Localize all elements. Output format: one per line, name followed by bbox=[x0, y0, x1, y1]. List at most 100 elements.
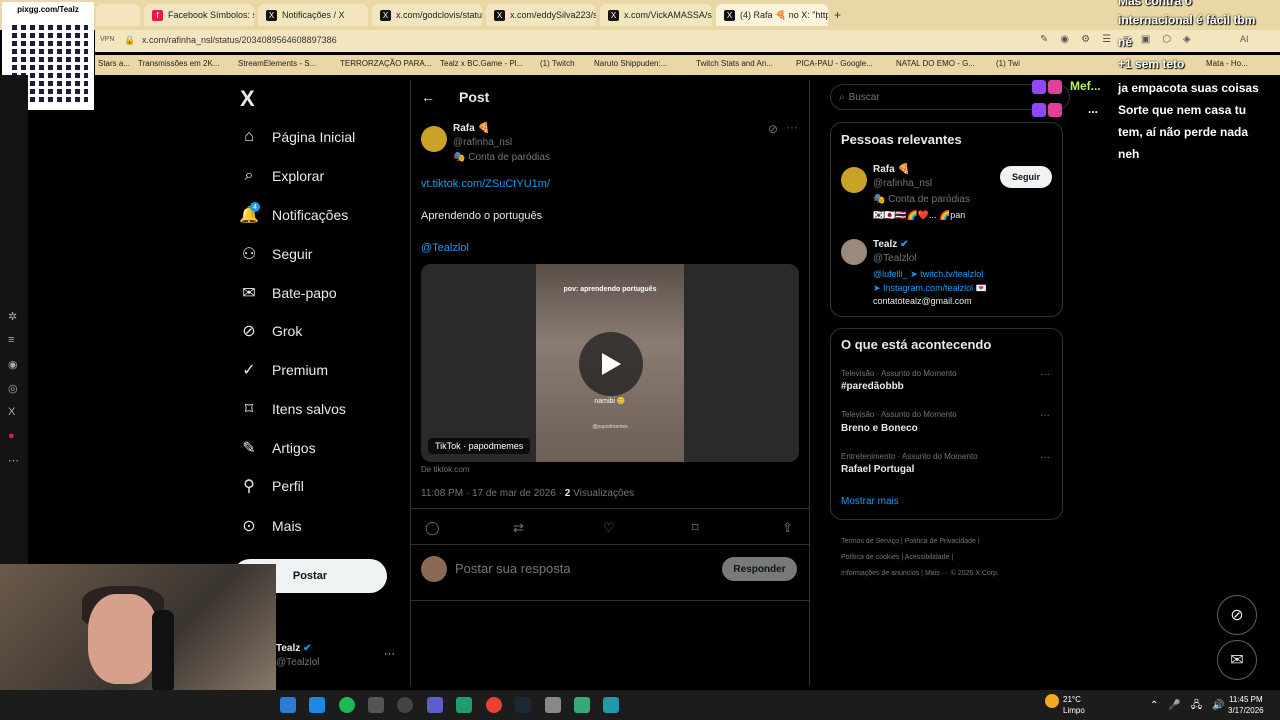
more-options-icon[interactable]: ··· bbox=[1040, 369, 1050, 380]
bookmark-item[interactable]: PICA-PAU - Google... bbox=[796, 59, 873, 68]
app-icon[interactable] bbox=[397, 697, 413, 713]
whatsapp-icon[interactable]: ◎ bbox=[8, 382, 18, 395]
like-icon[interactable]: ♡ bbox=[603, 520, 615, 536]
grok-icon[interactable]: ⊘ bbox=[1217, 595, 1257, 635]
nav-premium[interactable]: ✓ Premium bbox=[240, 355, 328, 385]
trend-topic[interactable]: Breno e Boneco bbox=[841, 423, 918, 434]
app-icon[interactable]: ✲ bbox=[8, 310, 17, 323]
bookmark-item[interactable]: StreamElements - S... bbox=[238, 59, 316, 68]
browser-tab[interactable]: f Facebook Símbolos: sím bbox=[144, 4, 254, 26]
share-icon[interactable]: ⇪ bbox=[782, 520, 793, 536]
clock[interactable]: 11:45 PM 3/17/2026 bbox=[1228, 694, 1264, 716]
chrome-icon[interactable] bbox=[486, 697, 502, 713]
bookmark-item[interactable]: Transmissões em 2K... bbox=[138, 59, 220, 68]
more-icon[interactable]: ⋯ bbox=[8, 454, 19, 467]
nav-explore[interactable]: ⌕ Explorar bbox=[240, 161, 325, 191]
author-name[interactable]: Rafa 🍕 bbox=[453, 123, 490, 134]
account-handle[interactable]: @Tealzlol bbox=[276, 657, 320, 668]
post-mention[interactable]: @Tealzlol bbox=[421, 242, 469, 254]
more-options-icon[interactable]: ··· bbox=[1040, 452, 1050, 463]
footer-link[interactable]: Política de cookies bbox=[841, 554, 899, 561]
person-avatar[interactable] bbox=[841, 167, 867, 193]
back-arrow-icon[interactable]: ← bbox=[421, 89, 435, 105]
bookmark-item[interactable]: TERRORZAÇÃO PARA... bbox=[340, 59, 431, 68]
play-icon[interactable] bbox=[579, 332, 643, 396]
messenger-icon[interactable]: ◉ bbox=[8, 358, 18, 371]
nav-more[interactable]: ⊙ Mais bbox=[240, 511, 301, 541]
url-text[interactable]: x.com/rafinha_nsl/status/203408956460889… bbox=[142, 35, 337, 45]
calculator-icon[interactable] bbox=[574, 697, 590, 713]
bookmark-icon[interactable]: ⌑ bbox=[692, 520, 699, 536]
browser-tab[interactable]: Xx.com/godclovis/status bbox=[372, 4, 482, 26]
settings-icon[interactable] bbox=[545, 697, 561, 713]
more-options-icon[interactable]: ··· bbox=[1040, 410, 1050, 421]
spotify-icon[interactable] bbox=[339, 697, 355, 713]
grok-icon[interactable]: ⊘ bbox=[768, 122, 778, 136]
nav-articles[interactable]: ✎ Artigos bbox=[240, 433, 315, 463]
person-handle[interactable]: @rafinha_nsl bbox=[873, 178, 932, 189]
bookmark-item[interactable]: Tealz x BC.Game - Pl... bbox=[440, 59, 523, 68]
bookmark-item[interactable]: Stars a... bbox=[98, 59, 130, 68]
reply-input[interactable]: Postar sua resposta bbox=[455, 561, 571, 576]
footer-link[interactable]: Política de Privacidade bbox=[905, 538, 976, 545]
more-options-icon[interactable]: ··· bbox=[786, 120, 798, 134]
mail-icon[interactable]: ✉ bbox=[1217, 640, 1257, 680]
x-logo-icon[interactable]: X bbox=[240, 86, 255, 112]
show-more-link[interactable]: Mostrar mais bbox=[841, 496, 899, 507]
follow-button[interactable]: Seguir bbox=[1000, 166, 1052, 188]
app-icon[interactable] bbox=[368, 697, 384, 713]
bookmark-item[interactable]: (1) Twi bbox=[996, 59, 1020, 68]
account-more-icon[interactable]: ··· bbox=[384, 648, 395, 660]
reply-button[interactable]: Responder bbox=[722, 557, 797, 581]
person-name[interactable]: Rafa 🍕 bbox=[873, 164, 910, 175]
bookmark-item[interactable]: Twitch Stats and An... bbox=[696, 59, 773, 68]
app-icon[interactable] bbox=[603, 697, 619, 713]
account-name[interactable]: Tealz ✔ bbox=[276, 643, 311, 654]
author-avatar[interactable] bbox=[421, 126, 447, 152]
system-tray-icons[interactable]: ⌃🎤🖧🔊 bbox=[1150, 698, 1234, 715]
person-bio[interactable]: @lufelli_ ➤ twitch.tv/tealzlol bbox=[873, 269, 983, 280]
nav-messages[interactable]: ✉ Bate-papo bbox=[240, 278, 336, 308]
x-icon[interactable]: X bbox=[8, 406, 15, 418]
reply-icon[interactable]: ◯ bbox=[425, 520, 440, 536]
browser-tab[interactable]: Xx.com/eddySilva223/stat bbox=[486, 4, 596, 26]
vpn-label[interactable]: VPN bbox=[100, 36, 114, 43]
person-bio[interactable]: ➤ Instagram.com/tealzlol 💌 bbox=[873, 283, 987, 294]
teams-icon[interactable] bbox=[427, 697, 443, 713]
repost-icon[interactable]: ⇄ bbox=[513, 520, 524, 536]
browser-tab-active[interactable]: X (4) Rafa 🍕 no X: "https: bbox=[716, 4, 828, 26]
app-icon[interactable]: ● bbox=[8, 430, 15, 442]
source-domain[interactable]: De tiktok.com bbox=[421, 465, 469, 474]
post-link[interactable]: vt.tiktok.com/ZSuCtYU1m/ bbox=[421, 178, 550, 190]
footer-link[interactable]: Termos de Serviço bbox=[841, 538, 899, 545]
person-name[interactable]: Tealz ✔ bbox=[873, 239, 908, 250]
file-explorer-icon[interactable] bbox=[280, 697, 296, 713]
bookmark-item[interactable]: Mata - Ho... bbox=[1206, 59, 1248, 68]
trend-topic[interactable]: Rafael Portugal bbox=[841, 464, 914, 475]
nav-bookmarks[interactable]: ⌑ Itens salvos bbox=[240, 394, 346, 424]
bookmark-item[interactable]: NATAL DO EMO - G... bbox=[896, 59, 975, 68]
app-icon[interactable]: ≡ bbox=[8, 334, 14, 346]
person-avatar[interactable] bbox=[841, 239, 867, 265]
footer-link[interactable]: Mais ··· bbox=[925, 570, 949, 577]
browser-tab[interactable]: Xx.com/VickAMASSA/stat bbox=[600, 4, 712, 26]
nav-grok[interactable]: ⊘ Grok bbox=[240, 316, 302, 346]
new-tab-icon[interactable]: + bbox=[834, 8, 841, 22]
weather[interactable]: 21°C Limpo bbox=[1063, 694, 1085, 716]
browser-tab[interactable]: X Notificações / X bbox=[258, 4, 368, 26]
app-icon[interactable] bbox=[456, 697, 472, 713]
person-handle[interactable]: @Tealzlol bbox=[873, 253, 917, 264]
footer-link[interactable]: Informações de anúncios bbox=[841, 570, 919, 577]
nav-profile[interactable]: ⚲ Perfil bbox=[240, 471, 304, 501]
nav-home[interactable]: ⌂ Página Inicial bbox=[240, 122, 355, 152]
steam-icon[interactable] bbox=[515, 697, 531, 713]
browser-tab[interactable] bbox=[96, 4, 140, 26]
trend-topic[interactable]: #paredãobbb bbox=[841, 381, 904, 392]
nav-notifications[interactable]: 🔔 4 Notificações bbox=[239, 200, 348, 230]
ai-button[interactable]: AI bbox=[1240, 34, 1249, 44]
footer-link[interactable]: Acessibilidade bbox=[905, 554, 950, 561]
bookmark-item[interactable]: Naruto Shippuden:... bbox=[594, 59, 667, 68]
nav-follow[interactable]: ⚇ Seguir bbox=[240, 239, 313, 269]
app-icon[interactable] bbox=[309, 697, 325, 713]
bookmark-item[interactable]: (1) Twitch bbox=[540, 59, 575, 68]
